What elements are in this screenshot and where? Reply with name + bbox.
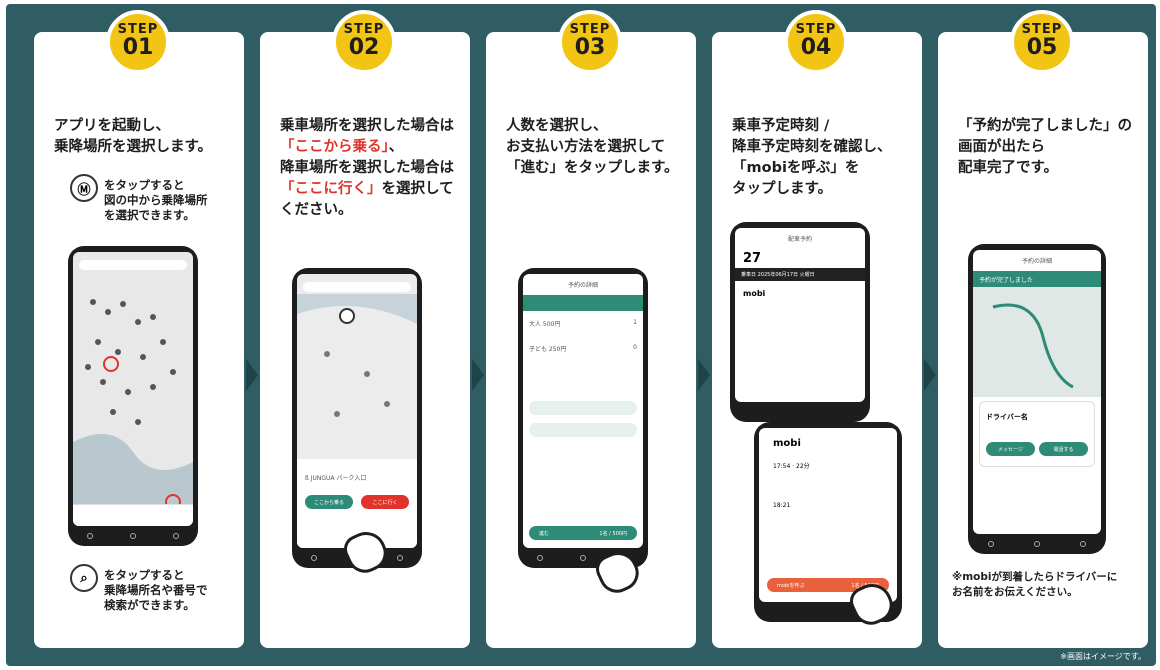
- ride-from-here-button[interactable]: ここから乗る: [305, 495, 353, 509]
- driver-card: ドライバー名 メッセージ 電話する: [979, 401, 1095, 467]
- step-badge: STEP 01: [106, 10, 170, 74]
- mobi-label: mobi: [743, 289, 766, 298]
- step-title: 乗車予定時刻 / 降車予定時刻を確認し、 「mobiを呼ぶ」を タップします。: [732, 118, 892, 197]
- payment-option[interactable]: [529, 401, 637, 415]
- step-card-3: STEP 03 人数を選択し、 お支払い方法を選択して 「進む」をタップします。 予約…: [486, 10, 696, 648]
- child-row: 子ども 250円 0: [529, 344, 637, 353]
- screen-header: 配車予約: [787, 236, 812, 243]
- step-card-1: STEP 01 アプリを起動し、 乗降場所を選択します。 Ⓜ をタップすると 図の中か…: [34, 10, 244, 648]
- section-bar: [523, 295, 643, 311]
- step-title: 「予約が完了しました」の 画面が出たら 配車完了です。: [958, 118, 1132, 176]
- step-badge: STEP 03: [558, 10, 622, 74]
- search-note: をタップすると 乗降場所名や番号で 検索ができます。: [104, 568, 208, 612]
- adult-row: 大人 500円 1: [529, 319, 637, 328]
- step-card-2: STEP 02 乗車場所を選択した場合は 「ここから乗る」、 降車場所を選択した場…: [260, 10, 470, 648]
- bottom-tab-bar[interactable]: [73, 504, 193, 526]
- arrival-minute: 27: [743, 251, 762, 266]
- map-canvas[interactable]: [73, 272, 193, 526]
- step-arrow: [472, 359, 484, 391]
- call-button[interactable]: 電話する: [1039, 442, 1088, 456]
- step-arrow: [246, 359, 258, 391]
- step-arrow: [698, 359, 710, 391]
- adult-count[interactable]: 1: [633, 319, 637, 328]
- reservation-complete-bar: 予約が完了しました: [973, 271, 1101, 287]
- step-badge: STEP 05: [1010, 10, 1074, 74]
- drive-time: 17:54 · 22分: [773, 463, 810, 470]
- proceed-button[interactable]: 進む 1名 / 500円: [529, 526, 637, 540]
- step-title: 人数を選択し、 お支払い方法を選択して 「進む」をタップします。: [506, 118, 679, 176]
- step-card-4: STEP 04 乗車予定時刻 / 降車予定時刻を確認し、 「mobiを呼ぶ」を タップし…: [712, 10, 922, 648]
- phone-mockup: 予約の詳細 予約が完了しました ドライバー名 メッセージ 電話する: [968, 244, 1106, 554]
- screen-header: 予約の詳細: [1021, 258, 1052, 265]
- step-title: 乗車場所を選択した場合は 「ここから乗る」、 降車場所を選択した場合は 「ここに…: [280, 118, 454, 218]
- pin-note: をタップすると 図の中から乗降場所 を選択できます。: [104, 178, 208, 222]
- step-card-5: STEP 05 「予約が完了しました」の 画面が出たら 配車完了です。 予約の詳細 予…: [938, 10, 1148, 648]
- child-count[interactable]: 0: [633, 344, 637, 353]
- step-title: アプリを起動し、 乗降場所を選択します。: [54, 118, 213, 155]
- phone-mockup: 予約の詳細 大人 500円 1 子ども 250円 0 進む 1名 / 500円: [518, 268, 648, 568]
- arrival-note: ※mobiが到着したらドライバーに お名前をお伝えください。: [952, 571, 1118, 598]
- footer-note: ※画面はイメージです。: [1060, 652, 1146, 661]
- phone-mockup: 配車予約 27 乗車日 2025年06月17日 火曜日 mobi: [730, 222, 870, 422]
- step-badge: STEP 04: [784, 10, 848, 74]
- go-here-button[interactable]: ここに行く: [361, 495, 409, 509]
- message-button[interactable]: メッセージ: [986, 442, 1035, 456]
- phone-mockup: [68, 246, 198, 546]
- route-map: [973, 287, 1101, 397]
- ride-date: 乗車日 2025年06月17日 火曜日: [735, 268, 865, 281]
- phone-mockup: ß JUNGUA パーク入口 ここから乗る ここに行く: [292, 268, 422, 568]
- map-search-bar[interactable]: [79, 260, 187, 270]
- dropoff-time: 18:21: [773, 502, 791, 509]
- payment-option[interactable]: [529, 423, 637, 437]
- screen-header: 予約の詳細: [567, 282, 598, 289]
- map-search-bar[interactable]: [303, 282, 411, 292]
- place-name: ß JUNGUA パーク入口: [305, 475, 367, 482]
- background-panel: STEP 01 アプリを起動し、 乗降場所を選択します。 Ⓜ をタップすると 図の中か…: [6, 4, 1156, 666]
- step-badge: STEP 02: [332, 10, 396, 74]
- map-canvas[interactable]: [297, 294, 417, 464]
- search-icon: ⌕: [70, 564, 98, 592]
- step-arrow: [924, 359, 936, 391]
- mobi-label: mobi: [773, 438, 801, 449]
- pin-m-icon: Ⓜ: [70, 174, 98, 202]
